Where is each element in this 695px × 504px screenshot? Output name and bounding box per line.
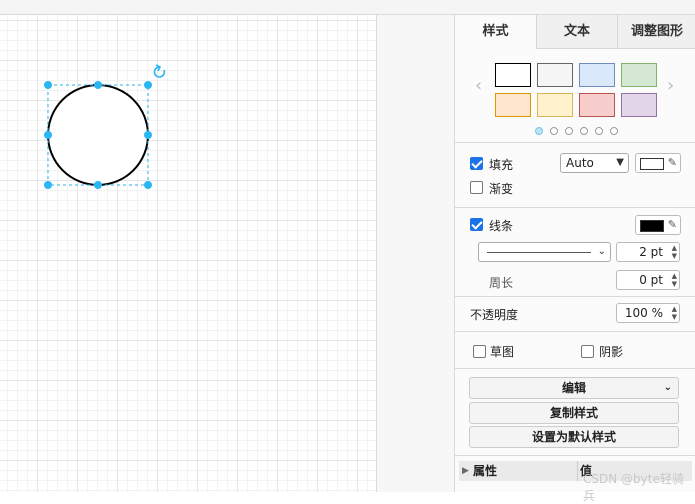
eyedropper-icon: ✎ <box>667 218 677 231</box>
spinner-arrows-icon[interactable]: ▲ ▼ <box>672 305 677 321</box>
opacity-label: 不透明度 <box>470 308 519 322</box>
line-width-input[interactable]: 2 pt ▲ ▼ <box>616 242 680 262</box>
handle-bottom-left <box>44 181 52 189</box>
page-dot[interactable] <box>550 127 558 135</box>
line-color-picker[interactable]: ✎ <box>635 215 681 235</box>
opacity-input[interactable]: 100 % ▲ ▼ <box>616 303 680 323</box>
selected-circle-shape[interactable] <box>40 62 174 194</box>
perimeter-label: 周长 <box>489 276 514 290</box>
page-dot[interactable] <box>595 127 603 135</box>
sketch-checkbox[interactable] <box>473 345 486 358</box>
fill-label: 填充 <box>489 158 514 172</box>
chevron-right-icon[interactable]: › <box>667 77 674 95</box>
shadow-label: 阴影 <box>599 345 624 359</box>
canvas-margin <box>376 15 454 492</box>
line-color-swatch <box>640 220 664 232</box>
watermark: CSDN @byte轻骑兵 <box>583 472 684 503</box>
perimeter-input[interactable]: 0 pt ▲ ▼ <box>616 270 680 290</box>
top-toolbar <box>0 0 695 15</box>
style-swatch[interactable] <box>579 63 615 87</box>
opacity-value: 100 % <box>624 306 663 320</box>
perimeter-value: 0 pt <box>639 273 663 287</box>
style-swatch[interactable] <box>537 63 573 87</box>
fill-mode-select[interactable]: Auto ▼ <box>560 153 629 173</box>
line-label: 线条 <box>489 219 514 233</box>
format-tabs: 样式 文本 调整图形 <box>455 15 695 49</box>
handle-top-left <box>44 81 52 89</box>
gradient-checkbox[interactable] <box>470 181 483 194</box>
page-dot[interactable] <box>535 127 543 135</box>
chevron-down-icon: ⌄ <box>597 246 606 257</box>
style-swatch[interactable] <box>495 63 531 87</box>
line-checkbox[interactable] <box>470 218 483 231</box>
style-swatch[interactable] <box>579 93 615 117</box>
handle-left <box>44 131 52 139</box>
fill-checkbox[interactable] <box>470 157 483 170</box>
handle-bottom-right <box>144 181 152 189</box>
spinner-arrows-icon[interactable]: ▲ ▼ <box>672 244 677 260</box>
spinner-arrows-icon[interactable]: ▲ ▼ <box>672 272 677 288</box>
line-width-value: 2 pt <box>639 245 663 259</box>
style-swatch[interactable] <box>537 93 573 117</box>
set-default-style-button[interactable]: 设置为默认样式 <box>469 426 679 448</box>
chevron-right-icon: ▶ <box>462 466 469 476</box>
divider <box>455 207 695 208</box>
chevron-left-icon[interactable]: ‹ <box>475 77 482 95</box>
rotate-handle-icon <box>153 64 166 78</box>
tab-arrange[interactable]: 调整图形 <box>617 15 695 49</box>
shadow-checkbox[interactable] <box>581 345 594 358</box>
fill-mode-value: Auto <box>566 156 594 170</box>
divider <box>455 331 695 332</box>
chevron-down-icon: ▼ <box>616 157 624 168</box>
property-column: 属性 <box>473 464 498 478</box>
style-swatch[interactable] <box>621 93 657 117</box>
handle-top <box>94 81 102 89</box>
handle-top-right <box>144 81 152 89</box>
divider <box>455 455 695 456</box>
column-divider <box>577 461 578 481</box>
divider <box>455 142 695 143</box>
fill-color-swatch <box>640 158 664 170</box>
sketch-label: 草图 <box>490 345 515 359</box>
tab-style[interactable]: 样式 <box>455 15 536 49</box>
fill-color-picker[interactable]: ✎ <box>635 153 681 173</box>
edit-style-button[interactable]: 编辑 ⌄ <box>469 377 679 399</box>
page-dot[interactable] <box>610 127 618 135</box>
handle-bottom <box>94 181 102 189</box>
edit-style-label: 编辑 <box>561 381 586 395</box>
copy-style-button[interactable]: 复制样式 <box>469 402 679 424</box>
format-panel: 样式 文本 调整图形 ‹ › 填充 Auto ▼ ✎ 渐变 线条 ✎ ⌄ 2 p… <box>454 15 695 492</box>
divider <box>455 368 695 369</box>
page-dot[interactable] <box>565 127 573 135</box>
style-swatch[interactable] <box>495 93 531 117</box>
circle-ellipse <box>47 84 149 186</box>
page-dot[interactable] <box>580 127 588 135</box>
gradient-label: 渐变 <box>489 182 514 196</box>
solid-line-preview <box>487 252 591 253</box>
divider <box>455 296 695 297</box>
line-pattern-select[interactable]: ⌄ <box>478 242 611 262</box>
eyedropper-icon: ✎ <box>667 156 677 169</box>
tab-text[interactable]: 文本 <box>536 15 617 49</box>
style-swatch[interactable] <box>621 63 657 87</box>
handle-right <box>144 131 152 139</box>
chevron-down-icon: ⌄ <box>663 382 672 393</box>
